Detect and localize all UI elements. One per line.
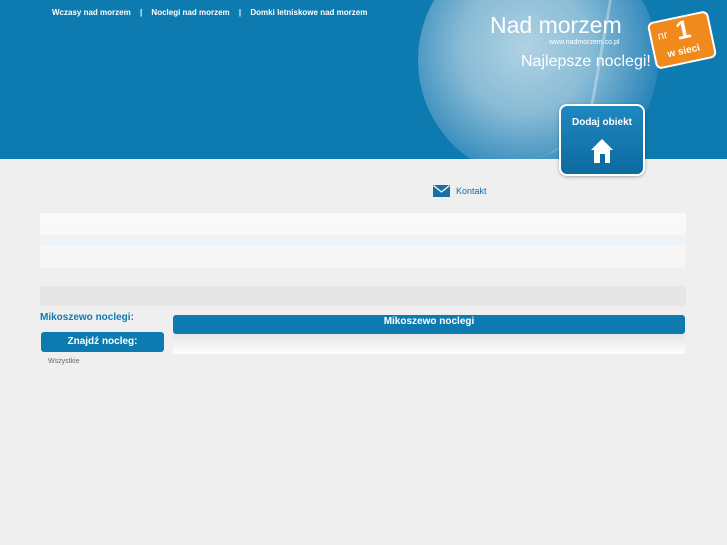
- main-content: [173, 334, 685, 354]
- contact-label: Kontakt: [456, 186, 487, 196]
- tagline: Najlepsze noclegi!: [521, 53, 651, 70]
- sidebar-title: Mikoszewo noclegi:: [40, 312, 134, 323]
- panel-stripe: [40, 235, 686, 245]
- nav-link-domki[interactable]: Domki letniskowe nad morzem: [250, 8, 367, 17]
- badge-number: 1: [672, 13, 694, 46]
- badge-nr: nr: [656, 29, 669, 43]
- contact-link[interactable]: Kontakt: [433, 185, 487, 197]
- main-heading: Mikoszewo noclegi: [173, 315, 685, 334]
- nav-separator: |: [238, 8, 242, 17]
- nr1-badge: nr 1 w sieci: [646, 10, 718, 70]
- find-accommodation-button[interactable]: Znajdź nocleg:: [41, 332, 164, 352]
- nav-separator: |: [139, 8, 143, 17]
- all-link[interactable]: Wszystkie: [48, 358, 80, 365]
- add-property-label: Dodaj obiekt: [571, 117, 632, 128]
- site-url: www.nadmorzem.co.pl: [549, 39, 620, 46]
- add-property-button[interactable]: Dodaj obiekt: [559, 104, 645, 176]
- site-title[interactable]: Nad morzem: [490, 12, 622, 39]
- nav-link-noclegi[interactable]: Noclegi nad morzem: [151, 8, 229, 17]
- top-nav: Wczasy nad morzem | Noclegi nad morzem |…: [52, 8, 367, 17]
- envelope-icon: [433, 185, 450, 197]
- search-panel: [40, 213, 686, 268]
- house-icon: [591, 139, 613, 163]
- badge-w-sieci: w sieci: [666, 42, 702, 61]
- nav-link-wczasy[interactable]: Wczasy nad morzem: [52, 8, 131, 17]
- breadcrumb-bar: [40, 286, 686, 306]
